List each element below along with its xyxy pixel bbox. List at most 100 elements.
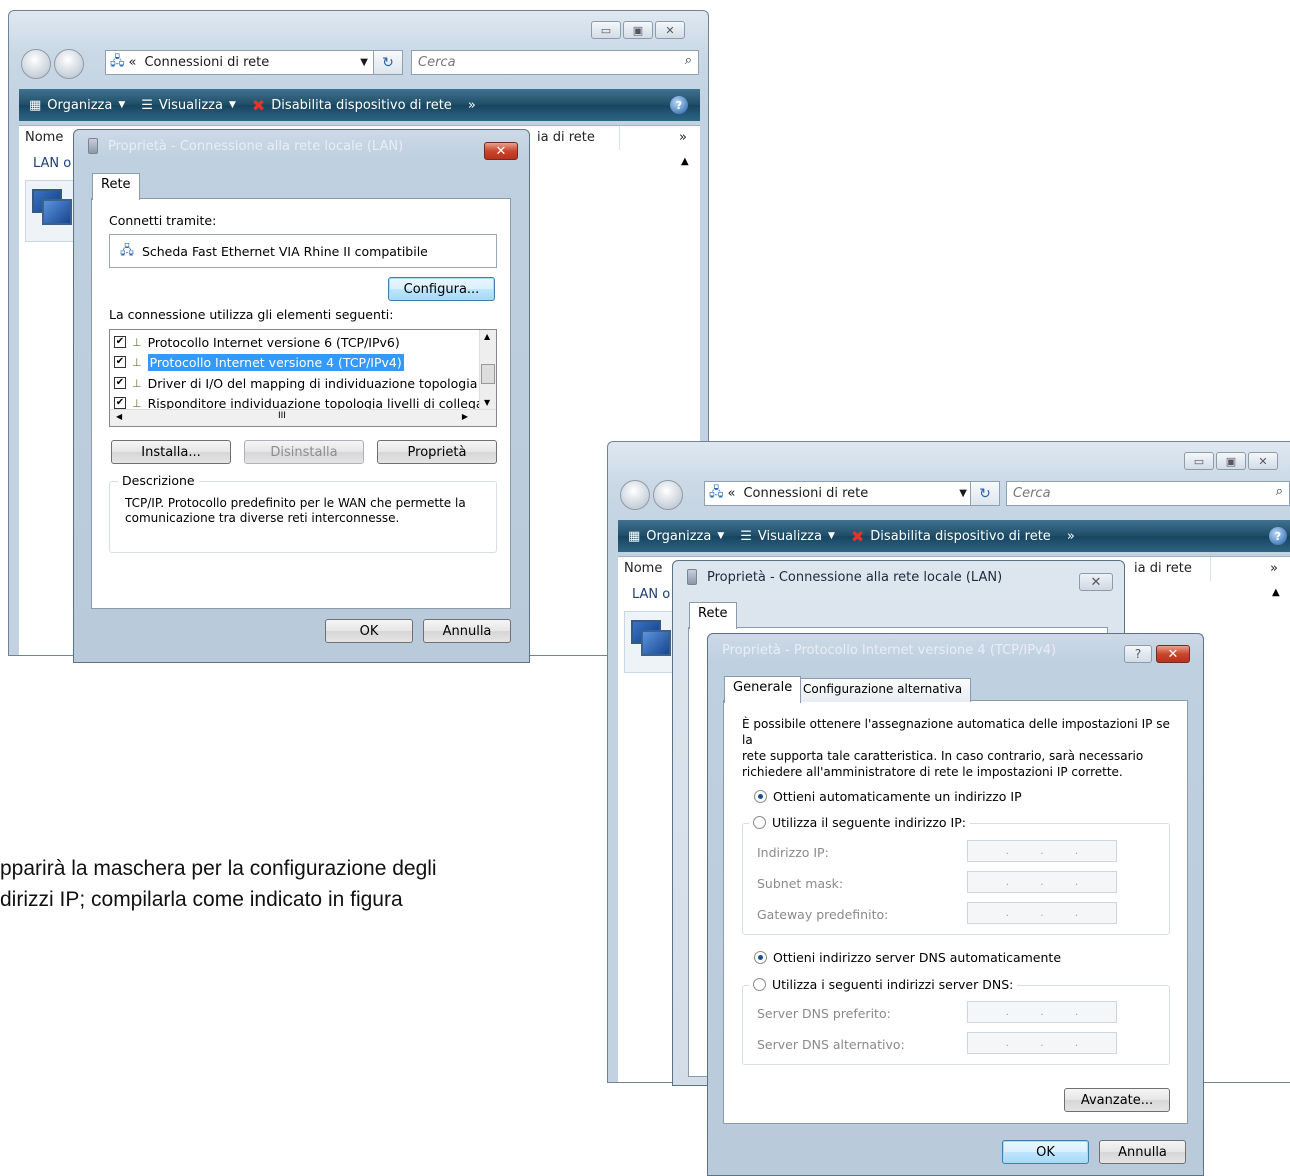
auto-dns-option[interactable]: Ottieni indirizzo server DNS automaticam… — [754, 950, 1061, 965]
auto-ip-option[interactable]: Ottieni automaticamente un indirizzo IP — [754, 789, 1022, 804]
back-button[interactable] — [21, 49, 51, 79]
ok-button[interactable]: OK — [325, 619, 413, 643]
help-icon[interactable]: ? — [670, 96, 688, 114]
tab-general[interactable]: Generale — [724, 676, 802, 703]
cancel-button[interactable]: Annulla — [1099, 1140, 1186, 1164]
network-adapter-icon[interactable] — [624, 611, 676, 673]
properties-button[interactable]: Proprietà — [377, 440, 497, 464]
help-button[interactable]: ? — [1124, 645, 1152, 663]
list-item[interactable]: ✔ ⊥ Driver di I/O del mapping di individ… — [114, 373, 496, 393]
organize-menu[interactable]: Organizza — [646, 529, 711, 544]
general-tab-panel: È possibile ottenere l'assegnazione auto… — [723, 700, 1188, 1124]
alternate-dns-field[interactable]: ... — [967, 1032, 1117, 1054]
command-bar: ▦ Organizza ▼ ☰ Visualizza ▼ ✖ Disabilit… — [19, 89, 700, 121]
group-label[interactable]: LAN o — [33, 156, 71, 171]
breadcrumb[interactable]: Connessioni di rete — [144, 55, 269, 70]
column-divider — [1210, 557, 1211, 581]
preferred-dns-field[interactable]: ... — [967, 1001, 1117, 1023]
vertical-scrollbar[interactable]: ▲ ▼ — [479, 330, 496, 409]
ok-button[interactable]: OK — [1002, 1140, 1089, 1164]
column-name[interactable]: Nome — [624, 561, 662, 576]
refresh-icon[interactable]: ↻ — [373, 50, 403, 75]
address-bar[interactable]: 🖧 « Connessioni di rete ▼ — [105, 50, 375, 75]
checkbox[interactable]: ✔ — [114, 336, 126, 348]
manual-ip-option[interactable]: Utilizza il seguente indirizzo IP: — [749, 815, 970, 830]
radio-auto-ip[interactable] — [754, 790, 767, 803]
search-input[interactable]: Cerca ⌕ — [411, 50, 699, 75]
scroll-up-icon[interactable]: ▲ — [1272, 587, 1280, 598]
column-network[interactable]: ia di rete — [537, 130, 595, 145]
protocol-icon: ⊥ — [132, 355, 142, 369]
maximize-icon[interactable]: ▣ — [623, 21, 653, 39]
maximize-icon[interactable]: ▣ — [1216, 452, 1246, 470]
disable-device-button[interactable]: Disabilita dispositivo di rete — [870, 529, 1051, 544]
radio-manual-dns[interactable] — [753, 978, 766, 991]
search-input[interactable]: Cerca ⌕ — [1006, 481, 1290, 506]
organize-menu[interactable]: Organizza — [47, 98, 112, 113]
gateway-field[interactable]: ... — [967, 902, 1117, 924]
radio-auto-dns[interactable] — [754, 951, 767, 964]
address-bar[interactable]: 🖧 « Connessioni di rete ▼ — [704, 481, 974, 506]
subnet-mask-field[interactable]: ... — [967, 871, 1117, 893]
disable-device-button[interactable]: Disabilita dispositivo di rete — [271, 98, 452, 113]
search-icon[interactable]: ⌕ — [1276, 484, 1283, 499]
help-icon[interactable]: ? — [1269, 527, 1287, 545]
advanced-button[interactable]: Avanzate... — [1064, 1088, 1170, 1112]
list-item[interactable]: ✔ ⊥ Protocollo Internet versione 6 (TCP/… — [114, 332, 400, 352]
network-adapter-icon[interactable] — [25, 180, 77, 242]
more-commands-button[interactable]: » — [1067, 529, 1075, 544]
manual-dns-option[interactable]: Utilizza i seguenti indirizzi server DNS… — [749, 977, 1018, 992]
tab-alternate-configuration[interactable]: Configurazione alternativa — [794, 678, 972, 702]
scroll-thumb[interactable] — [481, 364, 495, 384]
protocol-icon: ⊥ — [132, 376, 142, 390]
breadcrumb[interactable]: Connessioni di rete — [743, 486, 868, 501]
list-item[interactable]: ✔ ⊥ Protocollo Internet versione 4 (TCP/… — [114, 352, 404, 372]
more-commands-button[interactable]: » — [468, 98, 476, 113]
chevron-down-icon[interactable]: ▼ — [959, 488, 967, 499]
forward-button[interactable] — [653, 480, 683, 510]
caption-text: pparirà la maschera per la configurazion… — [0, 857, 437, 911]
column-more[interactable]: » — [1270, 561, 1278, 576]
tab-network[interactable]: Rete — [689, 602, 737, 629]
description-group: Descrizione TCP/IP. Protocollo predefini… — [109, 473, 497, 553]
back-button[interactable] — [620, 480, 650, 510]
search-icon[interactable]: ⌕ — [685, 53, 692, 68]
close-icon[interactable]: ✕ — [1079, 573, 1113, 591]
close-icon[interactable]: ✕ — [1156, 645, 1190, 663]
minimize-icon[interactable]: ▭ — [1184, 452, 1214, 470]
column-more[interactable]: » — [679, 130, 687, 145]
uninstall-button[interactable]: Disinstalla — [244, 440, 364, 464]
column-network[interactable]: ia di rete — [1134, 561, 1192, 576]
horizontal-scrollbar[interactable]: ◀ III ▶ — [110, 409, 496, 426]
scroll-down-icon[interactable]: ▼ — [484, 398, 490, 407]
checkbox[interactable]: ✔ — [114, 356, 126, 368]
forward-button[interactable] — [54, 49, 84, 79]
install-button[interactable]: Installa... — [111, 440, 231, 464]
components-list[interactable]: ✔ ⊥ Protocollo Internet versione 6 (TCP/… — [109, 329, 497, 427]
minimize-icon[interactable]: ▭ — [591, 21, 621, 39]
close-icon[interactable]: ✕ — [484, 142, 518, 160]
cancel-button[interactable]: Annulla — [423, 619, 511, 643]
scroll-left-icon[interactable]: ◀ — [116, 412, 122, 421]
group-label[interactable]: LAN o — [632, 587, 670, 602]
chevron-down-icon: ▼ — [118, 100, 126, 110]
scroll-up-icon[interactable]: ▲ — [484, 332, 490, 341]
checkbox[interactable]: ✔ — [114, 377, 126, 389]
ip-address-field[interactable]: ... — [967, 840, 1117, 862]
radio-manual-ip[interactable] — [753, 816, 766, 829]
chevron-down-icon[interactable]: ▼ — [360, 57, 368, 68]
refresh-icon[interactable]: ↻ — [970, 481, 1000, 506]
checkbox[interactable]: ✔ — [114, 397, 126, 409]
scroll-right-icon[interactable]: ▶ — [462, 412, 468, 421]
views-menu[interactable]: Visualizza — [758, 529, 822, 544]
views-icon: ☰ — [141, 97, 153, 113]
views-menu[interactable]: Visualizza — [159, 98, 223, 113]
tab-network[interactable]: Rete — [92, 173, 140, 200]
close-icon[interactable]: ✕ — [655, 21, 685, 39]
scroll-up-icon[interactable]: ▲ — [681, 156, 689, 167]
configure-button[interactable]: Configura... — [388, 277, 495, 301]
dialog-title: Proprietà - Protocollo Internet versione… — [722, 643, 1057, 658]
close-icon[interactable]: ✕ — [1248, 452, 1278, 470]
scroll-grip[interactable]: III — [278, 411, 286, 421]
column-name[interactable]: Nome — [25, 130, 63, 145]
